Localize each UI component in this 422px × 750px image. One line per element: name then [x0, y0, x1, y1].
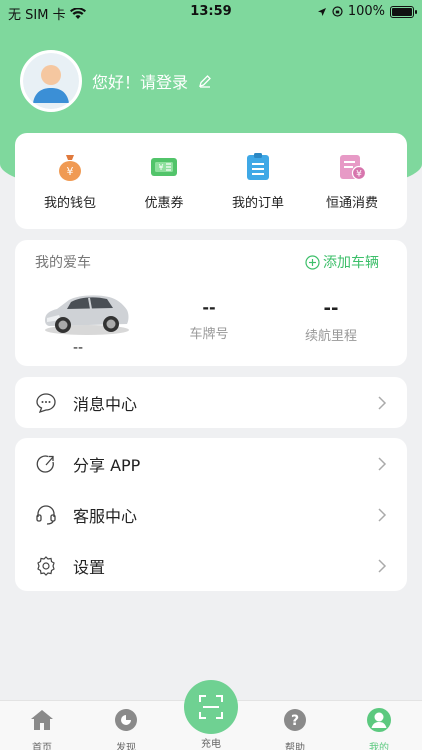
tab-help[interactable]: ? 帮助: [265, 707, 325, 750]
plate-label: 车牌号: [189, 327, 229, 342]
orders-label: 我的订单: [231, 195, 284, 211]
edit-pencil-icon[interactable]: [198, 74, 212, 88]
consumption-receipt-icon: ¥: [340, 154, 367, 180]
message-center-row[interactable]: 消息中心: [15, 377, 407, 428]
tab-charge-label: 充电: [201, 739, 221, 750]
gear-icon: [37, 555, 55, 576]
user-avatar-icon: [23, 53, 79, 109]
share-icon: [36, 454, 54, 473]
headset-icon: [36, 504, 56, 525]
orders-button[interactable]: 我的订单: [213, 152, 303, 211]
add-vehicle-button[interactable]: 添加车辆: [305, 252, 379, 272]
range-stat: -- 续航里程: [285, 298, 377, 344]
profile-section[interactable]: 您好！请登录: [20, 50, 212, 112]
coupon-button[interactable]: ¥ 优惠券: [119, 152, 209, 211]
customer-service-row[interactable]: 客服中心: [15, 489, 407, 540]
chevron-right-icon: [378, 507, 387, 522]
avatar[interactable]: [20, 50, 82, 112]
home-icon: [31, 710, 53, 730]
consumption-label: 恒通消费: [325, 195, 378, 211]
range-value: --: [323, 298, 339, 319]
orientation-lock-icon: [332, 6, 343, 17]
user-profile-icon: [367, 708, 391, 732]
plate-value: --: [202, 298, 216, 317]
share-app-label: 分享 APP: [73, 455, 141, 475]
tab-home[interactable]: 首页: [12, 707, 72, 750]
svg-text:¥: ¥: [356, 169, 362, 179]
car-name: --: [73, 340, 84, 356]
coupon-label: 优惠券: [144, 195, 184, 211]
battery-icon: [390, 5, 417, 18]
money-bag-icon: ¥: [59, 154, 81, 181]
plate-stat: -- 车牌号: [165, 298, 253, 342]
settings-label: 设置: [73, 557, 106, 577]
chevron-right-icon: [378, 558, 387, 573]
question-mark-icon: ?: [284, 709, 306, 731]
message-card: 消息中心: [15, 377, 407, 428]
settings-row[interactable]: 设置: [15, 540, 407, 591]
login-greeting[interactable]: 您好！请登录: [92, 69, 188, 93]
plus-circle-icon: [305, 254, 320, 270]
svg-text:¥: ¥: [158, 163, 163, 172]
consumption-button[interactable]: ¥ 恒通消费: [307, 152, 397, 211]
status-bar: 无 SIM 卡 13:59 100%: [0, 0, 422, 24]
chevron-right-icon: [378, 395, 387, 410]
customer-service-label: 客服中心: [73, 506, 138, 526]
order-clipboard-icon: [247, 152, 269, 180]
add-vehicle-label: 添加车辆: [323, 255, 379, 271]
tab-mine-label: 我的: [369, 743, 389, 750]
tab-discover[interactable]: 发现: [96, 707, 156, 750]
tab-home-label: 首页: [32, 743, 52, 750]
battery-percent: 100%: [347, 4, 385, 19]
wallet-label: 我的钱包: [43, 195, 96, 211]
tab-discover-label: 发现: [116, 743, 136, 750]
share-app-row[interactable]: 分享 APP: [15, 438, 407, 489]
location-arrow-icon: [317, 7, 326, 16]
settings-group-card: 分享 APP 客服中心 设置: [15, 438, 407, 591]
tab-mine[interactable]: 我的: [349, 707, 409, 750]
car-image: [45, 295, 129, 335]
chevron-right-icon: [378, 456, 387, 471]
compass-icon: [115, 709, 137, 731]
charge-scan-button[interactable]: [184, 680, 238, 734]
my-car-title: 我的爱车: [35, 255, 91, 271]
svg-text:?: ?: [291, 713, 299, 729]
quick-actions-card: ¥ 我的钱包 ¥ 优惠券 我的订单 ¥ 恒通消费: [15, 133, 407, 229]
tab-help-label: 帮助: [285, 743, 305, 750]
my-car-card: 我的爱车 添加车辆 -- -- 车牌号 -- 续航里程: [15, 240, 407, 366]
coupon-icon: ¥: [151, 157, 177, 176]
scan-icon: [199, 695, 223, 719]
chat-bubble-icon: [36, 392, 56, 413]
range-label: 续航里程: [304, 329, 357, 344]
message-center-label: 消息中心: [73, 394, 138, 414]
svg-text:¥: ¥: [67, 165, 74, 178]
wallet-button[interactable]: ¥ 我的钱包: [25, 152, 115, 211]
